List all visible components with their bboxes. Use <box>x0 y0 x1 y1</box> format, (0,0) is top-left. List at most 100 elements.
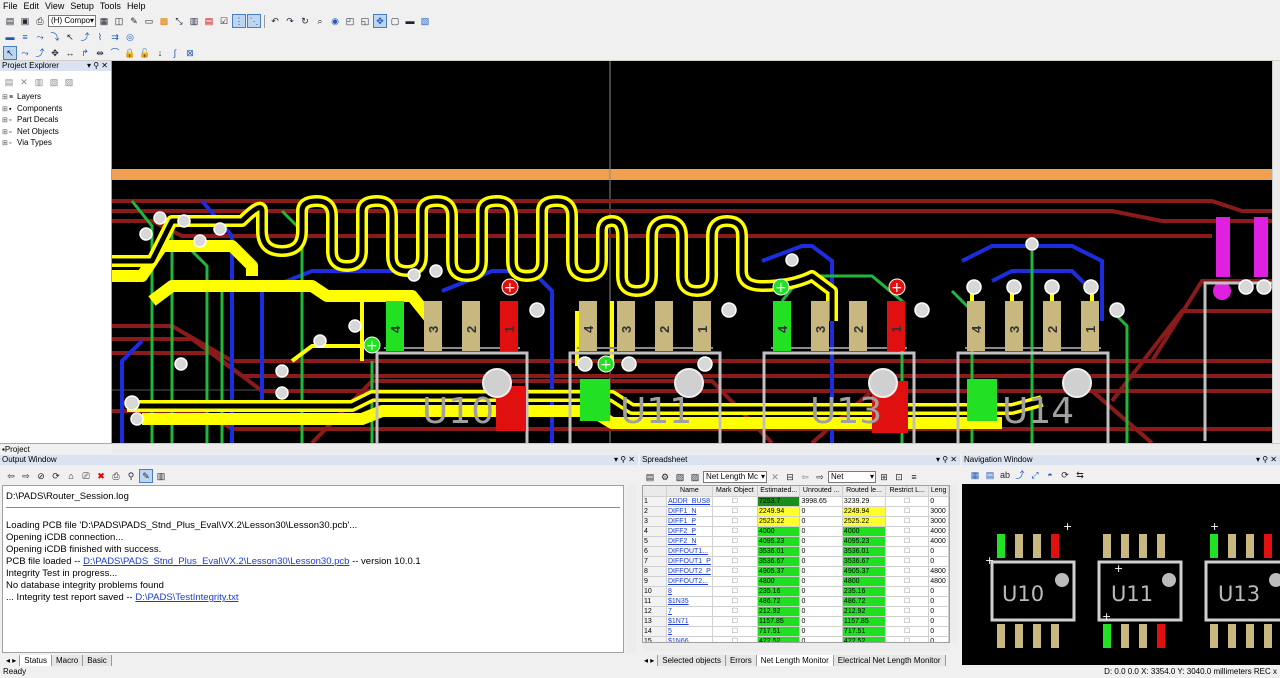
table-row[interactable]: 15 $1N66 ☐ 422.52 0 422.52 ☐ 0 <box>643 636 949 642</box>
pcb-drawing[interactable]: 4 3 2 1 4 3 2 1 4 3 2 1 4 3 2 1 U10 U11 … <box>112 61 1272 443</box>
tab-project[interactable]: ▪Project <box>0 443 112 454</box>
tree-item-components[interactable]: ⊞▪ Components <box>2 103 62 115</box>
table-row[interactable]: 7 DIFFOUT1_P ☐ 3536.67 0 3536.67 ☐ 0 <box>643 556 949 567</box>
zoom-icon[interactable]: ⌕ <box>313 14 327 28</box>
forward-icon[interactable]: ⇨ <box>813 470 827 484</box>
window-icon[interactable]: ▢ <box>388 14 402 28</box>
expand-icon[interactable]: ⊞ <box>2 92 9 104</box>
print-icon[interactable]: ⎙ <box>33 14 47 28</box>
open-icon[interactable]: ▤ <box>3 14 17 28</box>
new-icon[interactable]: ▤ <box>2 75 16 89</box>
canvas-vertical-scrollbar[interactable] <box>1272 61 1280 443</box>
pencil-icon[interactable]: ✎ <box>127 14 141 28</box>
menu-setup[interactable]: Setup <box>67 0 97 12</box>
properties-icon[interactable]: ▥ <box>32 75 46 89</box>
panel-pin-icon[interactable]: ▾ ⚲ ✕ <box>1256 455 1277 465</box>
bend-icon[interactable]: ⌒ <box>108 46 122 60</box>
column-header[interactable]: Mark Object <box>712 486 758 497</box>
columns-icon[interactable]: ▥ <box>154 469 168 483</box>
restrict-length-checkbox[interactable]: ☐ <box>885 636 930 642</box>
tab-nav-icon[interactable]: ◂ ▸ <box>640 655 658 666</box>
sync-icon[interactable]: ⇆ <box>1073 468 1087 482</box>
net-name-link[interactable]: 5 <box>666 626 713 637</box>
mark-object-checkbox[interactable]: ☐ <box>712 586 758 597</box>
menu-tools[interactable]: Tools <box>97 0 124 12</box>
restrict-length-checkbox[interactable]: ☐ <box>885 616 930 627</box>
display-icon[interactable]: ▦ <box>97 14 111 28</box>
net-name-link[interactable]: $1N71 <box>666 616 713 627</box>
snap-icon[interactable]: ⋱ <box>247 14 261 28</box>
find-icon[interactable]: ⚲ <box>124 469 138 483</box>
column-header[interactable]: Leng <box>928 486 949 497</box>
fanout-icon[interactable]: ⤵ <box>48 30 62 44</box>
restrict-length-checkbox[interactable]: ☐ <box>885 626 930 637</box>
restrict-length-checkbox[interactable]: ☐ <box>885 576 930 587</box>
move-icon[interactable]: ✥ <box>48 46 62 60</box>
canvas-horizontal-scrollbar[interactable] <box>112 443 1280 454</box>
report-icon[interactable]: ▤ <box>202 14 216 28</box>
restrict-length-checkbox[interactable]: ☐ <box>885 556 930 567</box>
column-header[interactable]: Estimated... <box>757 486 801 497</box>
component-icon[interactable]: ▥ <box>187 14 201 28</box>
trace-icon[interactable]: ⤴ <box>1013 468 1027 482</box>
mark-object-checkbox[interactable]: ☐ <box>712 526 758 537</box>
net-name-link[interactable]: DIFF2_N <box>666 536 713 547</box>
stop-icon[interactable]: ⊘ <box>34 469 48 483</box>
pointer-icon[interactable]: ↖ <box>3 46 17 60</box>
forward-icon[interactable]: ⇨ <box>19 469 33 483</box>
table-row[interactable]: 8 DIFFOUT2_P ☐ 4905.37 0 4905.37 ☐ 4800 <box>643 566 949 577</box>
layer-icon[interactable]: ◫ <box>112 14 126 28</box>
clear-icon[interactable]: ✖ <box>94 469 108 483</box>
save-icon[interactable]: ▣ <box>18 14 32 28</box>
tune-icon[interactable]: ⌇ <box>93 30 107 44</box>
net-name-link[interactable]: DIFFOUT2... <box>666 576 713 587</box>
table-row[interactable]: 1 ADDR_BUS8 ☐ 7253.7 3998.65 3239.29 ☐ 0 <box>643 496 949 507</box>
panel-pin-icon[interactable]: ▾ ⚲ ✕ <box>936 455 957 465</box>
tree-item-part-decals[interactable]: ⊞▫ Part Decals <box>2 114 62 126</box>
grid-icon[interactable]: ⋮ <box>232 14 246 28</box>
layers-icon[interactable]: ▤ <box>983 468 997 482</box>
table-row[interactable]: 2 DIFF1_N ☐ 2249.94 0 2249.94 ☐ 3000 <box>643 506 949 517</box>
drop-icon[interactable]: ↓ <box>153 46 167 60</box>
table-row[interactable]: 5 DIFF2_N ☐ 4095.23 0 4095.23 ☐ 4000 <box>643 536 949 547</box>
mark-object-checkbox[interactable]: ☐ <box>712 566 758 577</box>
spreadsheet-horizontal-scrollbar[interactable] <box>642 643 950 651</box>
pcb-canvas[interactable]: 4 3 2 1 4 3 2 1 4 3 2 1 4 3 2 1 U10 U11 … <box>112 61 1272 443</box>
undo-icon[interactable]: ↶ <box>268 14 282 28</box>
properties-icon[interactable]: ⚙ <box>658 470 672 484</box>
table-row[interactable]: 12 7 ☐ 212.92 0 212.92 ☐ 0 <box>643 606 949 617</box>
navigation-icon[interactable]: ▧ <box>418 14 432 28</box>
zoom-fit-icon[interactable]: ▦ <box>968 468 982 482</box>
back-icon[interactable]: ⇦ <box>798 470 812 484</box>
tree-item-via-types[interactable]: ⊞◦ Via Types <box>2 137 62 149</box>
net-name-link[interactable]: DIFFOUT1... <box>666 546 713 557</box>
panel-pin-icon[interactable]: ▾ ⚲ ✕ <box>87 61 108 71</box>
restrict-length-checkbox[interactable]: ☐ <box>885 536 930 547</box>
zoom-window-icon[interactable]: ◰ <box>343 14 357 28</box>
table-row[interactable]: 13 $1N71 ☐ 1157.85 0 1157.85 ☐ 0 <box>643 616 949 627</box>
text-icon[interactable]: ab <box>998 468 1012 482</box>
tree-item-net-objects[interactable]: ⊞▫ Net Objects <box>2 126 62 138</box>
mark-object-checkbox[interactable]: ☐ <box>712 556 758 567</box>
mark-object-checkbox[interactable]: ☐ <box>712 516 758 527</box>
table-row[interactable]: 11 $1N35 ☐ 486.72 0 486.72 ☐ 0 <box>643 596 949 607</box>
table-row[interactable]: 9 DIFFOUT2... ☐ 4800 0 4800 ☐ 4800 <box>643 576 949 587</box>
route-icon[interactable]: ⤡ <box>172 14 186 28</box>
net-name-link[interactable]: DIFF1_P <box>666 516 713 527</box>
table-row[interactable]: 3 DIFF1_P ☐ 2525.22 0 2525.22 ☐ 3000 <box>643 516 949 527</box>
expand-icon[interactable]: ⊞ <box>2 115 9 127</box>
sort-icon[interactable]: ≡ <box>907 470 921 484</box>
select-icon[interactable]: ↖ <box>63 30 77 44</box>
delete-icon[interactable]: ✕ <box>17 75 31 89</box>
add-icon[interactable]: ⊞ <box>877 470 891 484</box>
mark-object-checkbox[interactable]: ☐ <box>712 576 758 587</box>
net-name-link[interactable]: DIFF1_N <box>666 506 713 517</box>
navigation-preview[interactable]: U10 U11 U13 + + + + + <box>962 484 1280 665</box>
column-header[interactable]: Routed le... <box>842 486 887 497</box>
verify-icon[interactable]: ☑ <box>217 14 231 28</box>
table-row[interactable]: 10 8 ☐ 235.16 0 235.16 ☐ 0 <box>643 586 949 597</box>
plane-icon[interactable]: ▬ <box>3 30 17 44</box>
mark-object-checkbox[interactable]: ☐ <box>712 496 758 507</box>
route-interactive-icon[interactable]: ⤴ <box>78 30 92 44</box>
restrict-length-checkbox[interactable]: ☐ <box>885 586 930 597</box>
